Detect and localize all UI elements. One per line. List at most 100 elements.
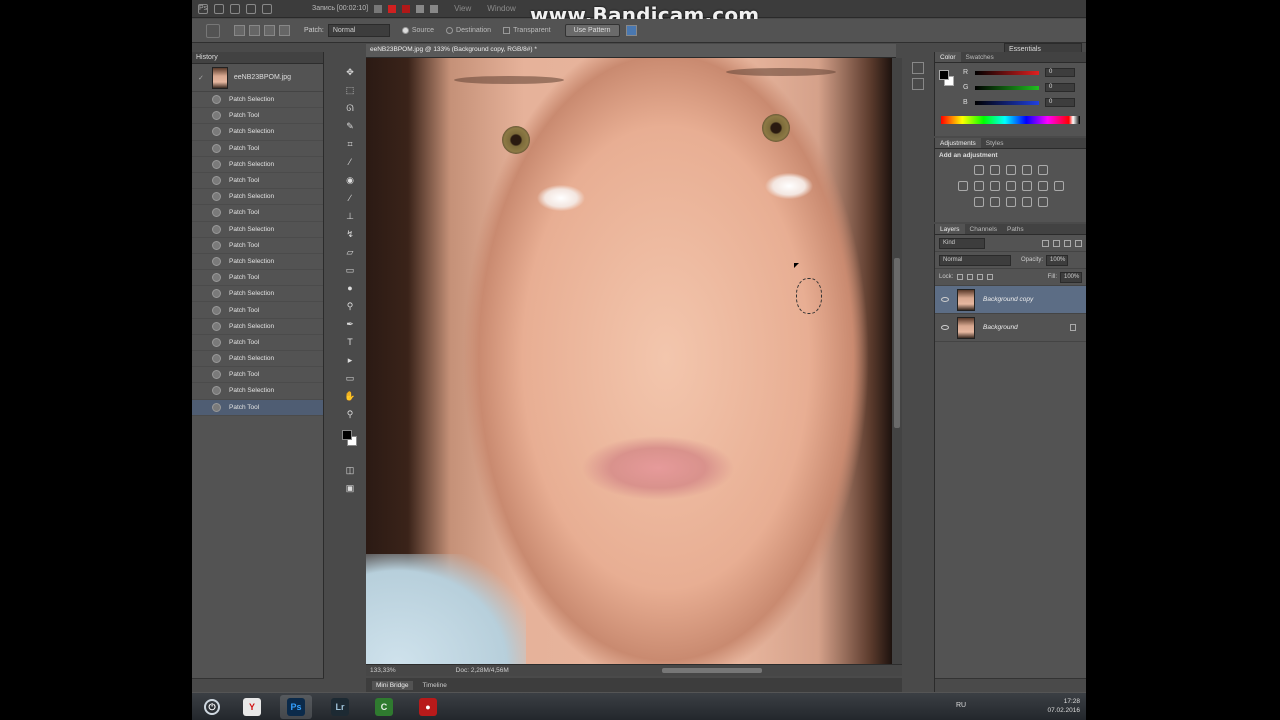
tab-color[interactable]: Color xyxy=(935,52,961,62)
info-panel-icon[interactable] xyxy=(912,78,924,90)
tab-styles[interactable]: Styles xyxy=(981,138,1009,148)
minibridge-icon[interactable] xyxy=(230,3,240,14)
eyedropper-tool-icon[interactable]: ⁄ xyxy=(344,156,356,168)
history-item[interactable]: Patch Tool xyxy=(192,335,323,351)
history-item[interactable]: Patch Selection xyxy=(192,319,323,335)
blur-tool-icon[interactable]: ● xyxy=(344,282,356,294)
screen-mode-icon[interactable]: ▣ xyxy=(344,482,356,494)
camera-icon[interactable] xyxy=(416,4,425,13)
curves-icon[interactable] xyxy=(1005,165,1016,175)
close-recorder-icon[interactable] xyxy=(430,4,439,13)
history-item[interactable]: Patch Selection xyxy=(192,383,323,400)
invert-icon[interactable] xyxy=(973,197,984,207)
filter-shape-icon[interactable] xyxy=(1075,239,1082,247)
color-spectrum[interactable] xyxy=(941,116,1080,124)
tab-paths[interactable]: Paths xyxy=(1002,224,1029,234)
start-button[interactable]: ⏻ xyxy=(196,695,228,719)
tab-layers[interactable]: Layers xyxy=(935,224,965,234)
layer-row[interactable]: Background xyxy=(935,314,1086,342)
patch-tool-preset-icon[interactable] xyxy=(206,23,220,38)
selective-color-icon[interactable] xyxy=(1021,197,1032,207)
menu-window[interactable]: Window xyxy=(487,4,515,13)
layer-kind-select[interactable]: Kind xyxy=(939,237,985,249)
bridge-icon[interactable] xyxy=(214,3,224,14)
path-select-tool-icon[interactable]: ▸ xyxy=(344,354,356,366)
exposure-icon[interactable] xyxy=(1021,165,1032,175)
filter-adjustment-icon[interactable] xyxy=(1053,239,1060,247)
color-lookup-icon[interactable] xyxy=(1053,181,1064,191)
history-item[interactable]: Patch Tool xyxy=(192,141,323,157)
document-tab[interactable]: eeNB23BPOM.jpg @ 133% (Background copy, … xyxy=(366,44,896,58)
zoom-tool-icon[interactable]: ⚲ xyxy=(344,408,356,420)
layer-row[interactable]: Background copy xyxy=(935,286,1086,314)
posterize-icon[interactable] xyxy=(989,197,1000,207)
channel-slider[interactable] xyxy=(975,100,1039,105)
channel-slider[interactable] xyxy=(975,70,1039,75)
crop-tool-icon[interactable]: ⌗ xyxy=(344,138,356,150)
history-item[interactable]: Patch Selection xyxy=(192,254,323,271)
history-item[interactable]: Patch Tool xyxy=(192,108,323,125)
levels-icon[interactable] xyxy=(989,165,1000,175)
tab-channels[interactable]: Channels xyxy=(965,224,1002,234)
patch-mode-select[interactable]: Normal xyxy=(327,24,390,37)
channel-value-input[interactable]: 0 xyxy=(1045,98,1075,107)
tray-clock[interactable]: 17:28 07.02.2016 xyxy=(1047,697,1080,715)
history-item[interactable]: Patch Tool xyxy=(192,205,323,222)
tab-swatches[interactable]: Swatches xyxy=(961,52,999,62)
pen-tool-icon[interactable]: ✒ xyxy=(344,318,356,330)
gradient-triangle-icon[interactable] xyxy=(1037,165,1048,175)
fill-input[interactable]: 100% xyxy=(1060,271,1082,283)
record-icon[interactable] xyxy=(388,4,397,13)
brush-tool-icon[interactable]: ∕ xyxy=(344,192,356,204)
vibrance-icon[interactable] xyxy=(957,181,968,191)
lock-transparent-icon[interactable] xyxy=(957,274,964,280)
taskbar-app-button[interactable]: Lr xyxy=(324,695,356,719)
history-item[interactable]: Patch Tool xyxy=(192,399,323,416)
pencil-icon[interactable] xyxy=(374,4,383,13)
tab-mini-bridge[interactable]: Mini Bridge xyxy=(372,680,413,690)
spot-healing-tool-icon[interactable]: ◉ xyxy=(344,174,356,186)
filter-pixel-icon[interactable] xyxy=(1042,239,1049,247)
history-item[interactable]: Patch Selection xyxy=(192,189,323,206)
color-balance-icon[interactable] xyxy=(989,181,1000,191)
lock-all-icon[interactable] xyxy=(987,274,994,280)
history-snapshot[interactable]: ✓ eeNB23BPOM.jpg xyxy=(192,64,323,92)
tab-adjustments[interactable]: Adjustments xyxy=(935,138,981,148)
pause-icon[interactable] xyxy=(402,4,411,13)
clone-stamp-tool-icon[interactable]: ⊥ xyxy=(344,210,356,222)
color-swatches[interactable] xyxy=(340,428,360,458)
visibility-eye-icon[interactable] xyxy=(941,325,949,330)
taskbar-app-button[interactable]: ● xyxy=(412,695,444,719)
dodge-tool-icon[interactable]: ⚲ xyxy=(344,300,356,312)
gradient-tool-icon[interactable]: ▭ xyxy=(344,264,356,276)
quick-mask-icon[interactable]: ◫ xyxy=(344,464,356,476)
history-brush-tool-icon[interactable]: ↯ xyxy=(344,228,356,240)
hue-saturation-icon[interactable] xyxy=(973,181,984,191)
taskbar-app-button[interactable]: Y xyxy=(236,695,268,719)
color-foreground-swatch[interactable] xyxy=(939,70,949,80)
photo-filter-icon[interactable] xyxy=(1021,181,1032,191)
brightness-icon[interactable] xyxy=(973,165,984,175)
tab-timeline[interactable]: Timeline xyxy=(419,681,451,690)
lock-pixels-icon[interactable] xyxy=(967,274,974,280)
visibility-eye-icon[interactable] xyxy=(941,297,949,302)
history-item[interactable]: Patch Selection xyxy=(192,124,323,141)
lasso-tool-icon[interactable]: ᘏ xyxy=(344,102,356,114)
history-item[interactable]: Patch Tool xyxy=(192,367,323,384)
channel-slider[interactable] xyxy=(975,85,1039,90)
transparent-checkbox[interactable]: Transparent xyxy=(503,27,551,34)
layout-icon[interactable] xyxy=(262,3,272,14)
pattern-swatch-icon[interactable] xyxy=(625,25,637,36)
hand-tool-icon[interactable]: ✋ xyxy=(344,390,356,402)
vertical-scrollbar[interactable] xyxy=(892,58,902,664)
taskbar-app-button[interactable]: Ps xyxy=(280,695,312,719)
opacity-input[interactable]: 100% xyxy=(1046,254,1069,266)
intersect-selection-icon[interactable] xyxy=(279,25,290,36)
history-item[interactable]: Patch Tool xyxy=(192,302,323,319)
black-white-icon[interactable] xyxy=(1005,181,1016,191)
history-item[interactable]: Patch Selection xyxy=(192,351,323,368)
properties-panel-icon[interactable] xyxy=(912,62,924,74)
history-item[interactable]: Patch Selection xyxy=(192,92,323,109)
marquee-tool-icon[interactable]: ⬚ xyxy=(344,84,356,96)
filter-type-icon[interactable] xyxy=(1064,239,1071,247)
